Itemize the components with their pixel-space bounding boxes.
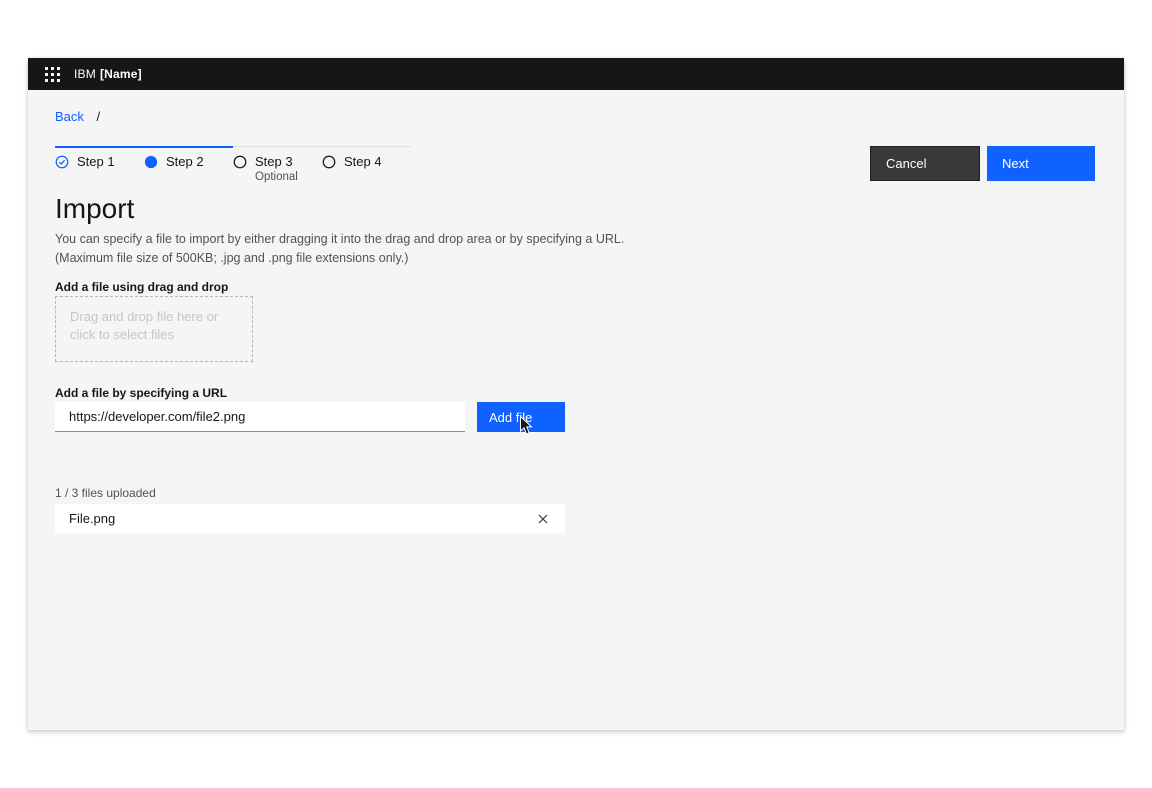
description-line-2: (Maximum file size of 500KB; .jpg and .p… [55, 249, 624, 268]
current-step-icon [144, 155, 158, 169]
progress-step-4[interactable]: Step 4 [322, 146, 411, 183]
url-row: Add file [55, 402, 565, 432]
dragdrop-label: Add a file using drag and drop [55, 280, 228, 294]
step-label: Step 1 [77, 154, 115, 170]
incomplete-step-icon [233, 155, 247, 169]
description-line-1: You can specify a file to import by eith… [55, 230, 624, 249]
app-header: IBM [Name] [28, 58, 1124, 90]
app-title-prefix: IBM [74, 67, 96, 81]
progress-track [322, 146, 411, 148]
import-wizard-card: IBM [Name] Back / Step 1 Step 2 [28, 58, 1124, 730]
page-description: You can specify a file to import by eith… [55, 230, 624, 268]
progress-step-1[interactable]: Step 1 [55, 146, 144, 183]
breadcrumb: Back / [55, 109, 100, 124]
uploaded-file-item: File.png [55, 504, 565, 533]
app-switcher-button[interactable] [38, 58, 66, 90]
step-optional-sublabel: Optional [255, 171, 322, 183]
step-label: Step 2 [166, 154, 204, 170]
check-circle-icon [55, 155, 69, 169]
file-name: File.png [69, 511, 115, 526]
app-title: IBM [Name] [74, 67, 142, 81]
dragdrop-zone[interactable]: Drag and drop file here or click to sele… [55, 296, 253, 362]
page-title: Import [55, 191, 134, 227]
cancel-button[interactable]: Cancel [870, 146, 980, 181]
back-link[interactable]: Back [55, 109, 84, 124]
app-title-name: [Name] [100, 67, 142, 81]
next-button[interactable]: Next [987, 146, 1095, 181]
url-input[interactable] [55, 402, 465, 432]
progress-track [144, 146, 233, 148]
incomplete-step-icon [322, 155, 336, 169]
dragdrop-placeholder: Drag and drop file here or click to sele… [70, 309, 218, 342]
upload-status: 1 / 3 files uploaded [55, 486, 156, 500]
wizard-actions: Cancel Next [870, 146, 1095, 181]
progress-step-2[interactable]: Step 2 [144, 146, 233, 183]
breadcrumb-separator: / [97, 109, 101, 124]
add-file-button[interactable]: Add file [477, 402, 565, 432]
step-label: Step 4 [344, 154, 382, 170]
progress-indicator: Step 1 Step 2 Step 3 Optional [55, 146, 411, 183]
url-label: Add a file by specifying a URL [55, 386, 227, 400]
step-label: Step 3 [255, 154, 293, 170]
progress-track [55, 146, 144, 148]
progress-track [233, 146, 322, 148]
close-icon [538, 514, 548, 524]
grid-dots-icon [45, 67, 60, 82]
remove-file-button[interactable] [535, 511, 551, 527]
progress-step-3[interactable]: Step 3 Optional [233, 146, 322, 183]
